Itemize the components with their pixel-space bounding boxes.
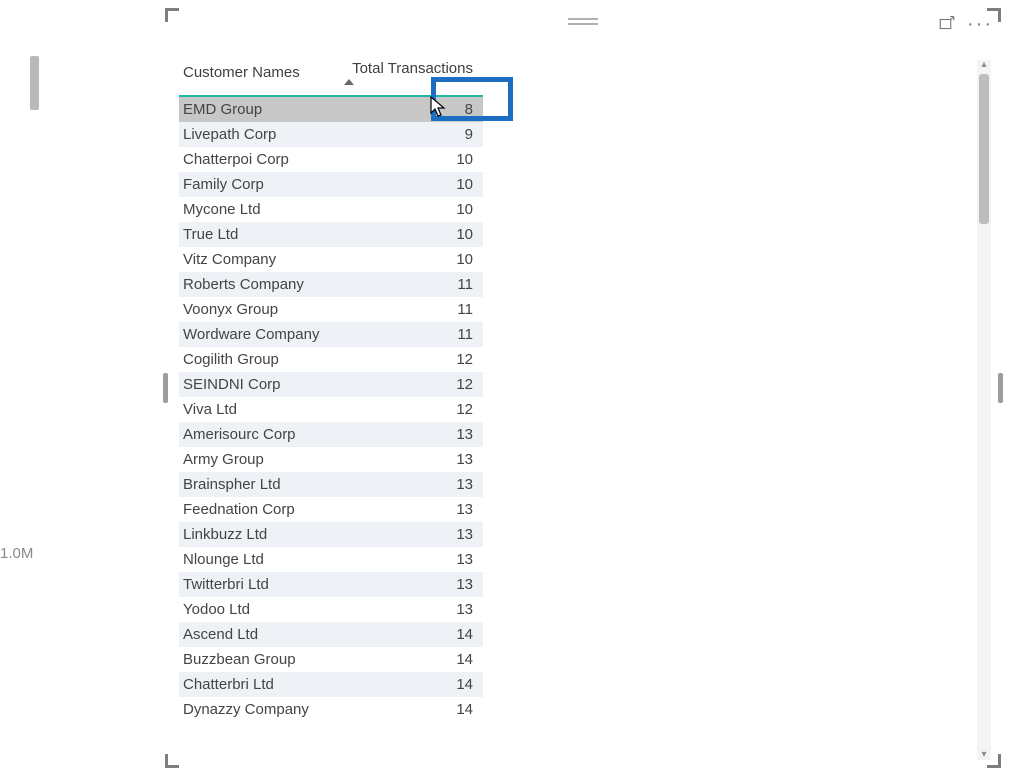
table-row[interactable]: Feednation Corp13: [179, 497, 483, 522]
table-row[interactable]: Roberts Company11: [179, 272, 483, 297]
table-row[interactable]: Buzzbean Group14: [179, 647, 483, 672]
visual-drag-grip[interactable]: [568, 18, 598, 28]
cell-customer-name[interactable]: Roberts Company: [179, 272, 337, 297]
cell-total-transactions[interactable]: 11: [337, 297, 483, 322]
cell-total-transactions[interactable]: 13: [337, 422, 483, 447]
cell-total-transactions[interactable]: 12: [337, 397, 483, 422]
table-row[interactable]: Family Corp10: [179, 172, 483, 197]
cell-customer-name[interactable]: Feednation Corp: [179, 497, 337, 522]
cell-customer-name[interactable]: Mycone Ltd: [179, 197, 337, 222]
scroll-up-icon[interactable]: ▴: [979, 60, 989, 70]
cell-customer-name[interactable]: Viva Ltd: [179, 397, 337, 422]
cell-total-transactions[interactable]: 10: [337, 172, 483, 197]
table-row[interactable]: Army Group13: [179, 447, 483, 472]
resize-handle-right[interactable]: [998, 373, 1003, 403]
column-header-total-label: Total Transactions: [352, 60, 473, 77]
neighbor-scroll-track: [10, 0, 44, 768]
more-options-icon[interactable]: ···: [967, 17, 993, 31]
scroll-thumb[interactable]: [979, 74, 989, 224]
table-row[interactable]: Vitz Company10: [179, 247, 483, 272]
cell-customer-name[interactable]: Family Corp: [179, 172, 337, 197]
table-row[interactable]: Wordware Company11: [179, 322, 483, 347]
table-row[interactable]: Chatterpoi Corp10: [179, 147, 483, 172]
visual-header-actions: ···: [937, 14, 993, 34]
cell-customer-name[interactable]: SEINDNI Corp: [179, 372, 337, 397]
scroll-down-icon[interactable]: ▾: [979, 750, 989, 760]
cell-total-transactions[interactable]: 9: [337, 122, 483, 147]
cell-total-transactions[interactable]: 13: [337, 447, 483, 472]
table-row[interactable]: Ascend Ltd14: [179, 622, 483, 647]
table-row[interactable]: Voonyx Group11: [179, 297, 483, 322]
table-wrap: Customer Names Total Transactions EMD Gr…: [179, 54, 483, 768]
neighbor-axis-label: 1.0M: [0, 545, 33, 562]
cell-customer-name[interactable]: Amerisourc Corp: [179, 422, 337, 447]
resize-handle-left[interactable]: [163, 373, 168, 403]
cell-total-transactions[interactable]: 14: [337, 697, 483, 722]
cell-total-transactions[interactable]: 13: [337, 597, 483, 622]
table-row[interactable]: EMD Group8: [179, 96, 483, 122]
table-row[interactable]: Cogilith Group12: [179, 347, 483, 372]
cell-customer-name[interactable]: Voonyx Group: [179, 297, 337, 322]
customer-transactions-table: Customer Names Total Transactions EMD Gr…: [179, 54, 483, 722]
cell-customer-name[interactable]: Ascend Ltd: [179, 622, 337, 647]
cell-total-transactions[interactable]: 11: [337, 272, 483, 297]
cell-customer-name[interactable]: True Ltd: [179, 222, 337, 247]
cell-total-transactions[interactable]: 10: [337, 147, 483, 172]
cell-customer-name[interactable]: Brainspher Ltd: [179, 472, 337, 497]
focus-mode-icon[interactable]: [937, 14, 957, 34]
resize-handle-bl[interactable]: [165, 754, 179, 768]
table-row[interactable]: Linkbuzz Ltd13: [179, 522, 483, 547]
cell-total-transactions[interactable]: 14: [337, 647, 483, 672]
cell-customer-name[interactable]: Cogilith Group: [179, 347, 337, 372]
resize-handle-tl[interactable]: [165, 8, 179, 22]
table-row[interactable]: Amerisourc Corp13: [179, 422, 483, 447]
cell-customer-name[interactable]: Wordware Company: [179, 322, 337, 347]
cell-total-transactions[interactable]: 10: [337, 222, 483, 247]
table-row[interactable]: SEINDNI Corp12: [179, 372, 483, 397]
cell-customer-name[interactable]: EMD Group: [179, 96, 337, 122]
cell-total-transactions[interactable]: 13: [337, 572, 483, 597]
table-row[interactable]: Dynazzy Company14: [179, 697, 483, 722]
cell-total-transactions[interactable]: 13: [337, 472, 483, 497]
table-visual[interactable]: ··· Customer Names Total Transactions EM…: [165, 8, 1001, 768]
cell-total-transactions[interactable]: 14: [337, 672, 483, 697]
cell-customer-name[interactable]: Twitterbri Ltd: [179, 572, 337, 597]
column-header-names[interactable]: Customer Names: [179, 54, 337, 96]
neighbor-scroll-thumb[interactable]: [30, 56, 39, 110]
cell-customer-name[interactable]: Nlounge Ltd: [179, 547, 337, 572]
cell-total-transactions[interactable]: 12: [337, 347, 483, 372]
cell-total-transactions[interactable]: 11: [337, 322, 483, 347]
cell-customer-name[interactable]: Dynazzy Company: [179, 697, 337, 722]
cell-total-transactions[interactable]: 14: [337, 622, 483, 647]
cell-total-transactions[interactable]: 10: [337, 247, 483, 272]
column-header-total[interactable]: Total Transactions: [337, 54, 483, 96]
table-row[interactable]: Yodoo Ltd13: [179, 597, 483, 622]
table-row[interactable]: Livepath Corp9: [179, 122, 483, 147]
cell-customer-name[interactable]: Yodoo Ltd: [179, 597, 337, 622]
table-row[interactable]: True Ltd10: [179, 222, 483, 247]
cell-customer-name[interactable]: Linkbuzz Ltd: [179, 522, 337, 547]
cell-customer-name[interactable]: Buzzbean Group: [179, 647, 337, 672]
table-row[interactable]: Viva Ltd12: [179, 397, 483, 422]
cell-total-transactions[interactable]: 8: [337, 96, 483, 122]
cell-total-transactions[interactable]: 13: [337, 497, 483, 522]
table-row[interactable]: Nlounge Ltd13: [179, 547, 483, 572]
cell-customer-name[interactable]: Vitz Company: [179, 247, 337, 272]
cell-total-transactions[interactable]: 10: [337, 197, 483, 222]
cell-customer-name[interactable]: Livepath Corp: [179, 122, 337, 147]
cell-customer-name[interactable]: Army Group: [179, 447, 337, 472]
cell-customer-name[interactable]: Chatterbri Ltd: [179, 672, 337, 697]
table-row[interactable]: Chatterbri Ltd14: [179, 672, 483, 697]
cell-total-transactions[interactable]: 13: [337, 522, 483, 547]
cell-total-transactions[interactable]: 13: [337, 547, 483, 572]
table-scrollbar[interactable]: ▴ ▾: [977, 60, 991, 760]
table-row[interactable]: Twitterbri Ltd13: [179, 572, 483, 597]
cell-total-transactions[interactable]: 12: [337, 372, 483, 397]
cell-customer-name[interactable]: Chatterpoi Corp: [179, 147, 337, 172]
sort-ascending-icon: [344, 79, 354, 85]
table-row[interactable]: Brainspher Ltd13: [179, 472, 483, 497]
table-row[interactable]: Mycone Ltd10: [179, 197, 483, 222]
